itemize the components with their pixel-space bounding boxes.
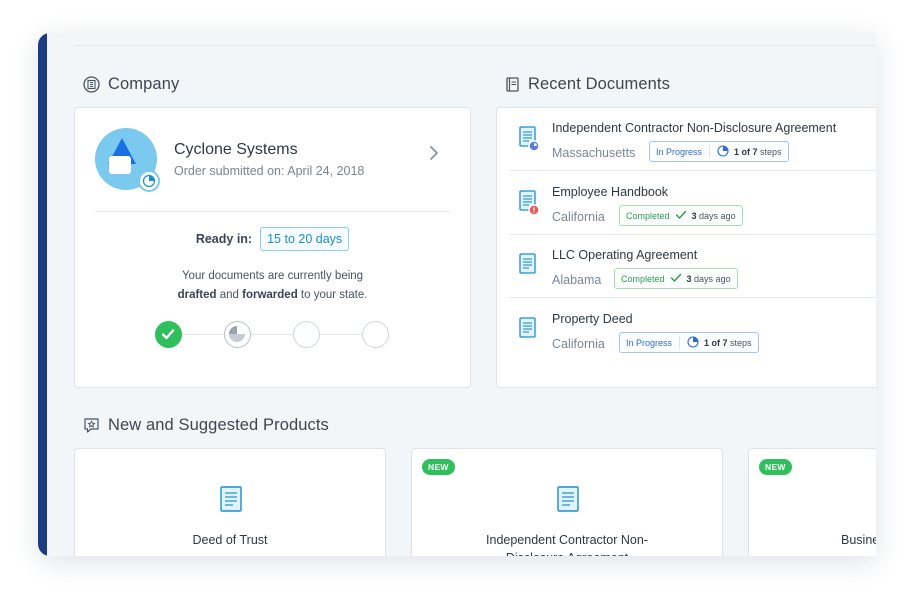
status-meta: 1 of 7 steps: [704, 338, 752, 348]
step-pending-1: [293, 321, 320, 348]
status-badge: In Progress 1 of 7 steps: [649, 141, 789, 162]
status-meta: 1 of 7 steps: [734, 147, 782, 157]
document-icon: [518, 316, 540, 349]
status-divider: [709, 145, 711, 158]
status-label: In Progress: [656, 146, 703, 157]
step-in-progress-pie-icon: [224, 321, 251, 348]
document-title: Property Deed: [552, 312, 633, 326]
status-message-line1: Your documents are currently being: [181, 270, 364, 282]
status-badge: In Progress 1 of 7 steps: [619, 332, 759, 353]
status-meta-unit: steps: [757, 146, 782, 157]
ready-in-label: Ready in:: [195, 232, 253, 246]
status-badge: Completed 3 days ago: [614, 268, 738, 289]
document-state: California: [552, 210, 605, 224]
document-row[interactable]: Property Deed California In Progress 1 o…: [497, 299, 876, 362]
order-submitted-date: Order submitted on: April 24, 2018: [174, 164, 365, 178]
status-message-line2: drafted and forwarded to your state.: [75, 286, 470, 305]
progress-clock-icon: [687, 335, 699, 350]
company-card[interactable]: Cyclone Systems Order submitted on: Apri…: [74, 107, 471, 388]
square-logo-shape: [109, 156, 131, 174]
product-card[interactable]: Deed of Trust: [74, 448, 386, 556]
company-card-divider: [95, 211, 450, 212]
recent-documents-label: Recent Documents: [528, 75, 670, 93]
accent-sidebar-bar: [38, 33, 47, 556]
status-meta-count: 1 of 7: [734, 146, 758, 157]
document-title: Employee Handbook: [552, 185, 669, 199]
document-row[interactable]: Employee Handbook California Completed 3…: [497, 172, 876, 235]
status-meta: 3 days ago: [692, 211, 736, 221]
document-icon: [518, 125, 540, 158]
company-section-title: Company: [83, 75, 179, 94]
document-icon: [218, 484, 244, 519]
check-icon: [675, 210, 687, 222]
state-suffix: to your state.: [297, 289, 368, 301]
row-divider: [509, 297, 876, 298]
chevron-right-icon[interactable]: [428, 144, 440, 167]
status-label: In Progress: [626, 337, 673, 348]
status-meta-unit: days ago: [691, 273, 731, 284]
progress-pie-icon: [138, 170, 160, 192]
check-icon: [670, 273, 682, 285]
status-divider: [679, 336, 681, 349]
progress-stepper: [155, 321, 390, 349]
progress-clock-icon: [717, 144, 729, 159]
document-title: LLC Operating Agreement: [552, 248, 698, 262]
recent-documents-card: Independent Contractor Non-Disclosure Ag…: [496, 107, 876, 388]
document-icon: [518, 189, 540, 222]
status-meta-count: 1 of 7: [704, 337, 728, 348]
building-icon: [83, 76, 100, 93]
row-divider: [509, 170, 876, 171]
and-word: and: [216, 289, 243, 301]
recent-documents-title: Recent Documents: [505, 75, 670, 94]
document-row[interactable]: LLC Operating Agreement Alabama Complete…: [497, 235, 876, 298]
step-pending-2: [362, 321, 389, 348]
new-badge: NEW: [759, 459, 792, 475]
document-icon: [555, 484, 581, 519]
document-state: California: [552, 337, 605, 351]
stepper-line: [169, 334, 376, 335]
document-title: Independent Contractor Non-Disclosure Ag…: [552, 121, 837, 135]
ready-in-value: 15 to 20 days: [260, 227, 350, 251]
company-section-label: Company: [108, 75, 180, 93]
header-divider: [75, 45, 876, 46]
product-title: Business: [841, 533, 876, 547]
document-row[interactable]: Independent Contractor Non-Disclosure Ag…: [497, 108, 876, 171]
status-meta-unit: days ago: [696, 210, 736, 221]
status-label: Completed: [626, 210, 670, 221]
star-chat-icon: [83, 417, 100, 434]
document-icon: [518, 252, 540, 285]
book-icon: [505, 76, 520, 93]
products-section-label: New and Suggested Products: [108, 416, 329, 434]
status-message: Your documents are currently being draft…: [75, 267, 470, 305]
new-badge: NEW: [422, 459, 455, 475]
status-meta-unit: steps: [727, 337, 752, 348]
ready-in-row: Ready in: 15 to 20 days: [75, 227, 470, 251]
status-meta: 3 days ago: [687, 274, 731, 284]
product-card[interactable]: NEW Independent Contractor Non-Disclosur…: [411, 448, 723, 556]
product-title: Independent Contractor Non-Disclosure Ag…: [486, 533, 648, 556]
company-name: Cyclone Systems: [174, 141, 298, 158]
document-state: Massachusetts: [552, 146, 636, 160]
dashboard-frame: Company Cyclone Systems Order submitted …: [38, 33, 876, 556]
document-state: Alabama: [552, 273, 602, 287]
status-label: Completed: [621, 273, 665, 284]
product-title: Deed of Trust: [192, 533, 268, 547]
forwarded-word: forwarded: [242, 289, 298, 301]
product-card[interactable]: NEW Business: [748, 448, 876, 556]
products-section-title: New and Suggested Products: [83, 416, 329, 435]
step-complete-check-icon: [155, 321, 182, 348]
drafted-word: drafted: [177, 289, 217, 301]
status-badge: Completed 3 days ago: [619, 205, 743, 226]
